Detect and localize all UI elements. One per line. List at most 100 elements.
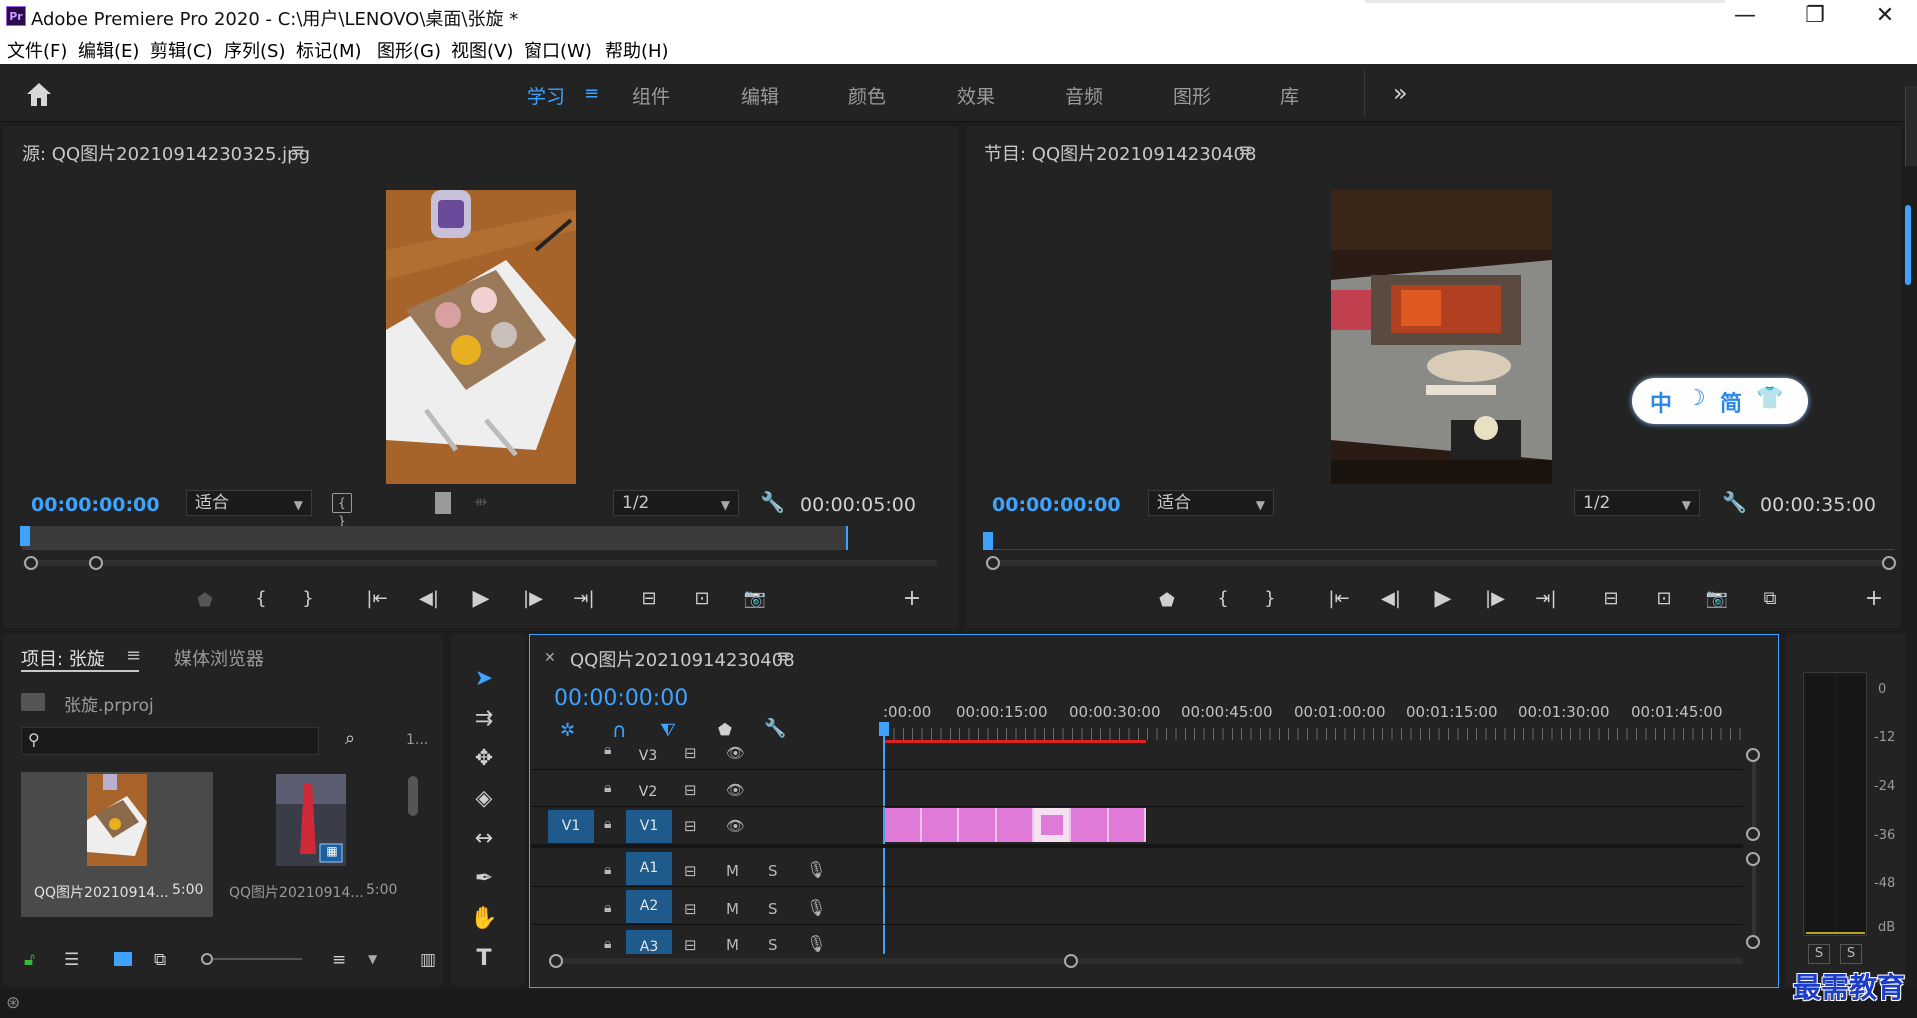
timeline-clip-1[interactable] — [885, 808, 922, 842]
source-settings-wrench-icon[interactable]: 🔧 — [760, 490, 785, 514]
project-tab[interactable]: 项目: 张旋 — [21, 645, 105, 671]
close-sequence-icon[interactable]: ✕ — [544, 650, 556, 666]
home-icon[interactable] — [24, 80, 54, 113]
menu-window[interactable]: 窗口(W) — [524, 37, 592, 63]
source-panel-menu-icon[interactable]: ≡ — [290, 140, 305, 161]
a1-lock-icon[interactable]: 🔒︎ — [604, 862, 611, 878]
source-playhead-timecode[interactable]: 00:00:00:00 — [31, 494, 160, 516]
source-scroll-handle-left[interactable] — [24, 556, 38, 570]
icon-view-icon[interactable] — [114, 952, 132, 966]
video-vscroll-handle-bottom[interactable] — [1746, 827, 1760, 841]
track-a3-label[interactable]: A3 — [626, 930, 672, 954]
track-v3-label[interactable]: V3 — [626, 748, 670, 764]
program-play-icon[interactable]: ▶ — [1428, 586, 1458, 611]
menu-view[interactable]: 视图(V) — [451, 37, 513, 63]
source-patch-v1[interactable]: V1 — [548, 810, 594, 843]
menu-graphics[interactable]: 图形(G) — [377, 37, 441, 63]
selection-tool-icon[interactable]: ➤ — [466, 663, 502, 695]
a2-lock-icon[interactable]: 🔒︎ — [604, 900, 611, 916]
a1-solo-button[interactable]: S — [768, 862, 778, 880]
audio-vscroll-handle-top[interactable] — [1746, 852, 1760, 866]
find-bin-icon[interactable]: ⌕ — [345, 728, 355, 749]
program-go-to-out-icon[interactable]: ⇥| — [1531, 588, 1561, 609]
program-mark-in-icon[interactable]: { — [1208, 588, 1238, 609]
track-select-tool-icon[interactable]: ⇉ — [466, 703, 502, 735]
project-panel-menu-icon[interactable]: ≡ — [126, 645, 141, 666]
pen-tool-icon[interactable]: ✒ — [466, 863, 502, 895]
timeline-playhead-head[interactable] — [879, 722, 889, 736]
source-add-button-icon[interactable]: + — [897, 586, 927, 611]
restore-button[interactable]: ❐ — [1780, 0, 1850, 34]
a2-mute-button[interactable]: M — [726, 900, 739, 918]
source-mark-out-icon[interactable]: } — [293, 588, 323, 609]
program-zoom-scrollbar[interactable] — [985, 560, 1897, 566]
a3-mute-button[interactable]: M — [726, 936, 739, 954]
program-scroll-handle-left[interactable] — [986, 556, 1000, 570]
program-scroll-handle-right[interactable] — [1882, 556, 1896, 570]
program-monitor-title[interactable]: 节目: QQ图片20210914230408 — [984, 140, 1256, 166]
program-playhead-timecode[interactable]: 00:00:00:00 — [992, 494, 1121, 516]
program-extract-icon[interactable]: ⊡ — [1649, 588, 1679, 609]
v3-lock-icon[interactable]: 🔒︎ — [604, 742, 611, 758]
razor-tool-icon[interactable]: ◈ — [466, 783, 502, 815]
program-mark-out-icon[interactable]: } — [1255, 588, 1285, 609]
audio-vertical-scrollbar[interactable] — [1752, 860, 1756, 942]
source-step-forward-icon[interactable]: |▶ — [518, 588, 548, 609]
track-v2-label[interactable]: V2 — [626, 784, 670, 800]
v2-eye-icon[interactable]: 👁︎ — [726, 781, 745, 799]
workspace-tab-learn[interactable]: 学习 — [527, 82, 565, 109]
a1-sync-lock-icon[interactable]: ⊟ — [684, 862, 697, 880]
sequence-tab[interactable]: QQ图片20210914230408 — [570, 646, 795, 672]
track-v1-label[interactable]: V1 — [626, 810, 672, 843]
insert-frame-icon[interactable]: { } — [332, 493, 352, 528]
program-add-marker-icon[interactable]: ⬟ — [1152, 590, 1182, 611]
v1-eye-icon[interactable]: 👁︎ — [726, 817, 745, 835]
source-add-marker-icon[interactable]: ⬟ — [190, 590, 220, 611]
source-time-ruler[interactable] — [22, 526, 848, 550]
project-scrollbar[interactable] — [408, 776, 418, 816]
workspace-tab-libraries[interactable]: 库 — [1280, 82, 1299, 109]
program-playhead[interactable] — [983, 532, 993, 550]
source-export-frame-camera-icon[interactable]: 📷 — [740, 588, 770, 609]
workspace-tab-assembly[interactable]: 组件 — [632, 82, 670, 109]
program-step-forward-icon[interactable]: |▶ — [1480, 588, 1510, 609]
more-workspaces-icon[interactable]: » — [1393, 79, 1408, 107]
source-mark-in-icon[interactable]: { — [246, 588, 276, 609]
program-comparison-view-icon[interactable]: ⧉ — [1755, 588, 1785, 609]
list-view-icon[interactable]: ☰ — [64, 950, 79, 970]
a3-sync-lock-icon[interactable]: ⊟ — [684, 936, 697, 954]
thumbnail-size-handle[interactable] — [201, 953, 213, 965]
minimize-button[interactable]: — — [1710, 0, 1780, 34]
program-panel-menu-icon[interactable]: ≡ — [1238, 140, 1253, 161]
media-browser-tab[interactable]: 媒体浏览器 — [174, 645, 264, 671]
menu-markers[interactable]: 标记(M) — [296, 37, 362, 63]
workspace-tab-editing[interactable]: 编辑 — [741, 82, 779, 109]
drag-audio-only-icon[interactable]: ⇻ — [474, 492, 487, 511]
workspace-menu-icon[interactable]: ≡ — [584, 83, 599, 104]
workspace-tab-graphics[interactable]: 图形 — [1173, 82, 1211, 109]
add-marker-icon[interactable]: ⬟ — [718, 720, 732, 739]
menu-edit[interactable]: 编辑(E) — [78, 37, 139, 63]
snap-magnet-icon[interactable]: ∩ — [612, 718, 627, 742]
a1-mute-button[interactable]: M — [726, 862, 739, 880]
sequence-timecode[interactable]: 00:00:00:00 — [554, 686, 688, 711]
drag-video-only-icon[interactable] — [435, 492, 451, 514]
nest-sequence-icon[interactable]: ✲ — [560, 720, 575, 741]
track-a1-label[interactable]: A1 — [626, 852, 672, 885]
project-search-input[interactable] — [21, 727, 319, 755]
track-a2-label[interactable]: A2 — [626, 890, 672, 923]
a3-solo-button[interactable]: S — [768, 936, 778, 954]
sequence-panel-menu-icon[interactable]: ≡ — [776, 646, 791, 667]
slip-tool-icon[interactable]: ↔ — [466, 823, 502, 855]
a3-lock-icon[interactable]: 🔒︎ — [604, 936, 611, 952]
source-playhead[interactable] — [20, 526, 30, 546]
hand-tool-icon[interactable]: ✋ — [466, 903, 502, 935]
menu-sequence[interactable]: 序列(S) — [224, 37, 285, 63]
source-step-back-icon[interactable]: ◀| — [414, 588, 444, 609]
program-time-ruler[interactable] — [984, 530, 1894, 550]
timeline-hscroll-handle-right[interactable] — [1064, 954, 1078, 968]
v1-sync-lock-icon[interactable]: ⊟ — [684, 817, 697, 835]
timeline-clip-2[interactable] — [922, 808, 959, 842]
video-vertical-scrollbar[interactable] — [1752, 752, 1756, 834]
sort-icons-icon[interactable]: ≡ — [332, 950, 346, 970]
